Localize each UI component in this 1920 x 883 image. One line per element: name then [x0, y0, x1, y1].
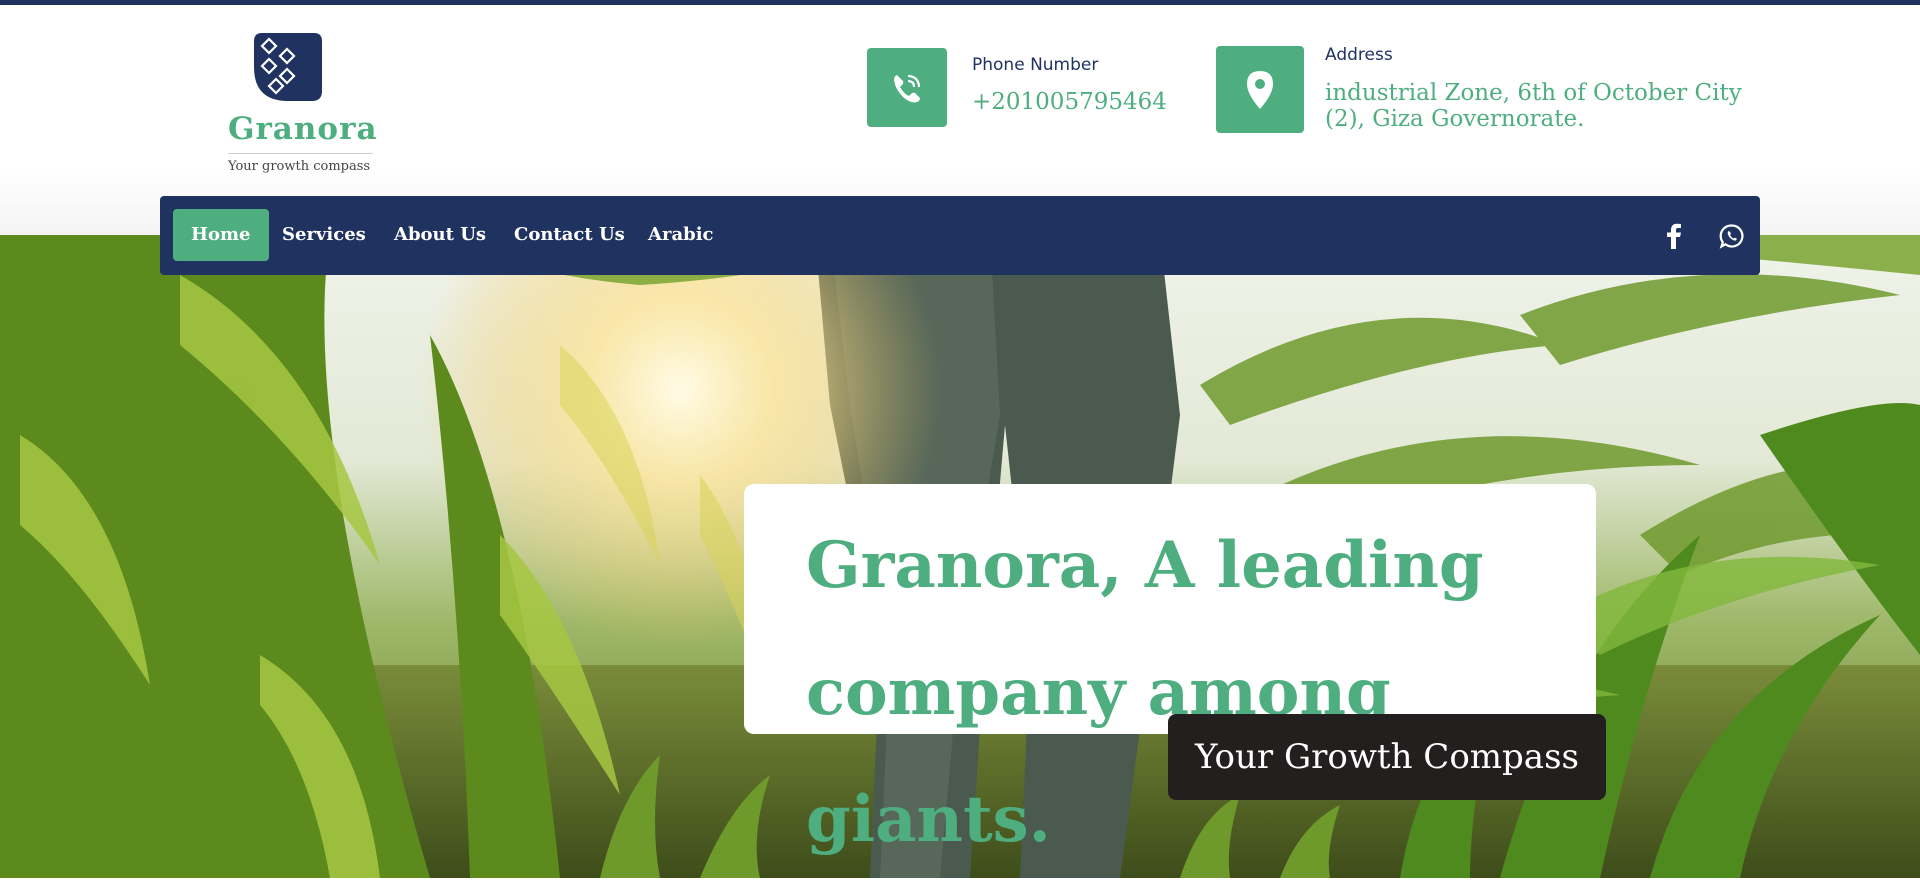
address-label: Address: [1325, 45, 1393, 65]
address-text: industrial Zone, 6th of October City (2)…: [1325, 80, 1742, 132]
nav-services[interactable]: Services: [282, 209, 366, 261]
whatsapp-icon: [1719, 224, 1744, 249]
nav-contact-us[interactable]: Contact Us: [514, 209, 625, 261]
nav-arabic[interactable]: Arabic: [648, 209, 714, 261]
phone-number[interactable]: +201005795464: [972, 89, 1167, 115]
nav-home[interactable]: Home: [173, 209, 269, 261]
hero-headline-card: Granora, A leading company among giants.: [744, 484, 1596, 857]
site-logo[interactable]: Granora Your growth compass: [228, 31, 378, 181]
phone-icon: [894, 74, 921, 102]
nav-about-us[interactable]: About Us: [394, 209, 486, 261]
address-icon-box: [1216, 46, 1304, 133]
map-pin-icon: [1247, 70, 1273, 109]
logo-mark-icon: [254, 33, 322, 101]
logo-name: Granora: [228, 111, 378, 147]
hero-tagline: Your Growth Compass: [1195, 737, 1579, 777]
logo-tagline: Your growth compass: [228, 159, 371, 174]
whatsapp-link[interactable]: [1718, 222, 1746, 250]
phone-label: Phone Number: [972, 55, 1099, 75]
hero-headline: Granora, A leading company among giants.: [806, 528, 1484, 857]
main-navbar: Home Services About Us Contact Us Arabic: [160, 196, 1760, 275]
hero-tagline-badge: Your Growth Compass: [1168, 714, 1606, 800]
facebook-icon: [1667, 223, 1681, 249]
logo-divider: [228, 153, 373, 154]
facebook-link[interactable]: [1660, 222, 1688, 250]
phone-icon-box: [867, 48, 947, 127]
